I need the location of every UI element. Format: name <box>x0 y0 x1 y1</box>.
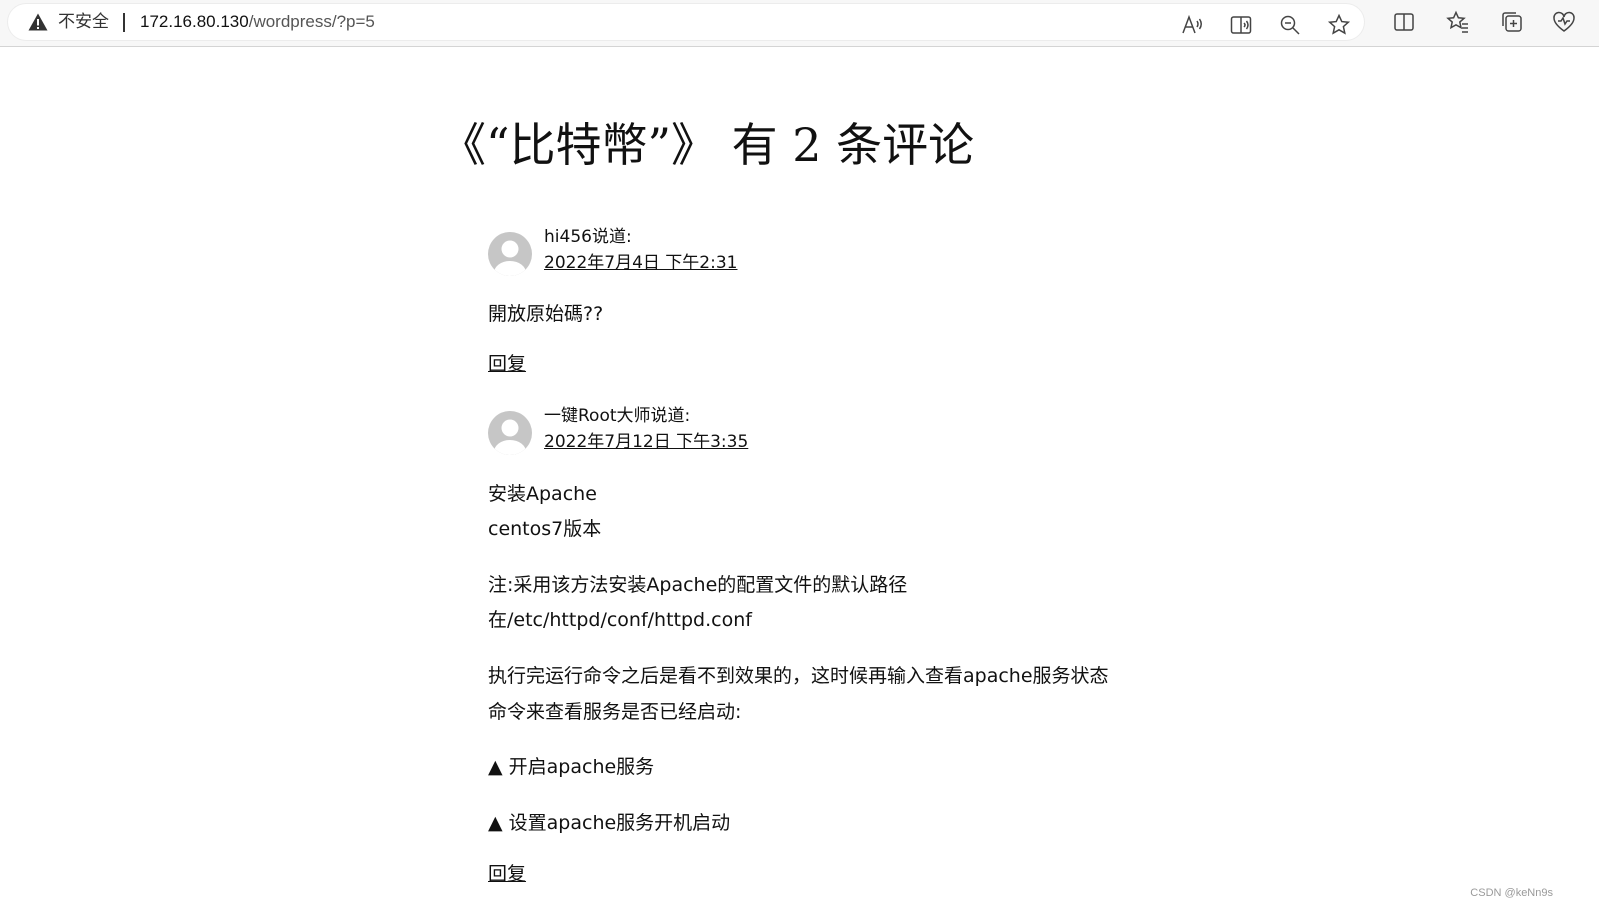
avatar <box>488 411 532 455</box>
comment-author: 一键Root大师说道: <box>544 406 691 426</box>
warning-icon[interactable] <box>28 13 48 31</box>
comment-text: ▲ 开启apache服务 <box>488 756 655 778</box>
url-divider <box>123 13 125 32</box>
comment-text: 命令来查看服务是否已经启动: <box>488 701 742 723</box>
security-status-label[interactable]: 不安全 <box>58 12 109 32</box>
comment-text: 执行完运行命令之后是看不到效果的，这时候再输入查看apache服务状态 <box>488 665 1109 687</box>
reply-link[interactable]: 回复 <box>488 860 526 888</box>
favorites-icon[interactable] <box>1446 10 1470 34</box>
browser-essentials-icon[interactable] <box>1552 10 1576 34</box>
browser-toolbar: 不安全 172.16.80.130/wordpress/?p=5 <box>0 0 1599 47</box>
comment-text: ▲ 设置apache服务开机启动 <box>488 812 731 834</box>
collections-icon[interactable] <box>1500 10 1524 34</box>
comment-text: 注:采用该方法安装Apache的配置文件的默认路径 <box>488 574 908 596</box>
url-text[interactable]: 172.16.80.130/wordpress/?p=5 <box>140 12 375 32</box>
address-bar[interactable]: 不安全 172.16.80.130/wordpress/?p=5 <box>8 4 1364 40</box>
comment-date-link[interactable]: 2022年7月12日 下午3:35 <box>544 430 748 454</box>
url-path: /wordpress/?p=5 <box>248 12 375 31</box>
zoom-out-icon[interactable] <box>1278 13 1302 37</box>
comment-text: 安装Apache <box>488 483 597 505</box>
split-screen-icon[interactable] <box>1392 10 1416 34</box>
comment-text: 在/etc/httpd/conf/httpd.conf <box>488 609 752 631</box>
read-aloud-icon[interactable] <box>1180 13 1204 37</box>
comment-text: 開放原始碼?? <box>488 303 604 325</box>
comment-date-link[interactable]: 2022年7月4日 下午2:31 <box>544 251 737 275</box>
avatar <box>488 232 532 276</box>
page-title: 《“比特幣”》 有 2 条评论 <box>440 118 975 172</box>
watermark: CSDN @keNn9s <box>1470 887 1553 899</box>
url-host: 172.16.80.130 <box>140 12 249 31</box>
comment-author: hi456说道: <box>544 227 632 247</box>
favorite-star-icon[interactable] <box>1327 13 1351 37</box>
comment-text: centos7版本 <box>488 518 602 540</box>
immersive-reader-icon[interactable] <box>1229 13 1253 37</box>
reply-link[interactable]: 回复 <box>488 350 526 378</box>
